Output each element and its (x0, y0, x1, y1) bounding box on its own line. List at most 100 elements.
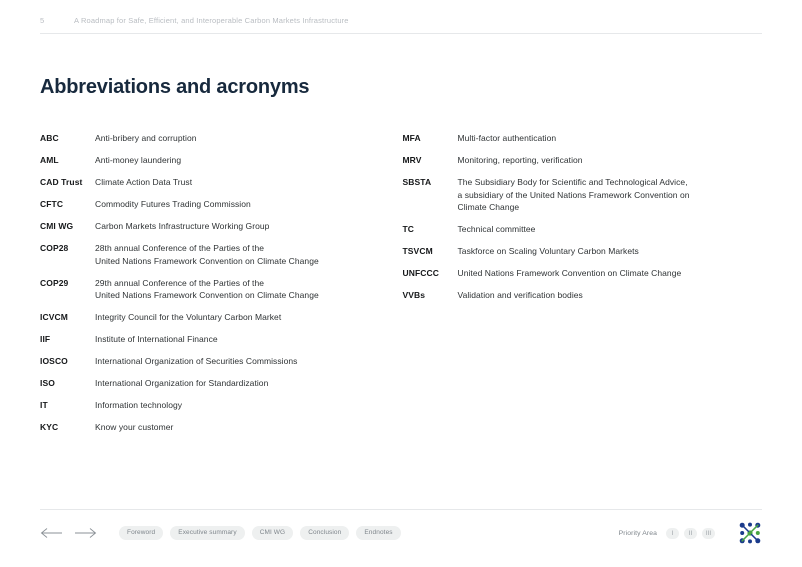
glossary-term: MFA (402, 133, 421, 143)
glossary-entry: IIF Institute of International Finance (40, 333, 400, 346)
glossary-term: KYC (40, 422, 59, 432)
glossary-entry: VVBs Validation and verification bodies (403, 289, 763, 302)
priority-area-item-iii[interactable]: III (702, 527, 715, 539)
glossary-definition: Monitoring, reporting, verification (458, 154, 763, 167)
glossary-definition-line: Anti-money laundering (95, 155, 182, 165)
glossary-entry: ABC Anti-bribery and corruption (40, 132, 400, 145)
glossary-definition-line: Validation and verification bodies (457, 290, 583, 300)
glossary-entry: SBSTA The Subsidiary Body for Scientific … (403, 176, 763, 214)
glossary-entry: CFTC Commodity Futures Trading Commission (40, 198, 400, 211)
priority-area-item-i[interactable]: I (666, 527, 679, 539)
glossary-entry: CAD Trust Climate Action Data Trust (40, 176, 400, 189)
glossary-definition: Technical committee (458, 223, 763, 236)
glossary-term: CAD Trust (40, 177, 83, 187)
glossary-term: TSVCM (402, 246, 433, 256)
glossary-definition-line: Technical committee (457, 224, 536, 234)
glossary-entry: KYC Know your customer (40, 421, 400, 434)
glossary-definition: Validation and verification bodies (458, 289, 763, 302)
glossary-definition-line: United Nations Framework Convention on C… (95, 290, 319, 300)
footer-link-executive-summary[interactable]: Executive summary (170, 525, 245, 541)
glossary-definition-line: Climate Action Data Trust (95, 177, 193, 187)
glossary-definition: Commodity Futures Trading Commission (95, 198, 400, 211)
glossary-definition-line: Integrity Council for the Voluntary Carb… (95, 312, 282, 322)
glossary-term: MRV (402, 155, 422, 165)
glossary-definition-line: a subsidiary of the United Nations Frame… (457, 189, 690, 200)
glossary-definition-line: United Nations Framework Convention on C… (95, 255, 319, 266)
glossary-term: SBSTA (402, 177, 432, 187)
glossary-definition: Integrity Council for the Voluntary Carb… (95, 311, 400, 324)
glossary-definition-line: 29th annual Conference of the Parties of… (95, 277, 265, 288)
glossary-entry: ICVCM Integrity Council for the Voluntary… (40, 311, 400, 324)
glossary-entry: UNFCCC United Nations Framework Conventio… (403, 267, 763, 280)
glossary-term: IOSCO (40, 356, 68, 366)
glossary-definition-line: Commodity Futures Trading Commission (95, 199, 251, 209)
glossary-definition: United Nations Framework Convention on C… (458, 267, 763, 280)
glossary-definition-line: United Nations Framework Convention on C… (457, 268, 682, 278)
page-header: 5 A Roadmap for Safe, Efficient, and Int… (40, 16, 762, 25)
glossary-definition: Taskforce on Scaling Voluntary Carbon Ma… (458, 245, 763, 258)
glossary-definition-line: Taskforce on Scaling Voluntary Carbon Ma… (457, 246, 639, 256)
document-title: A Roadmap for Safe, Efficient, and Inter… (74, 16, 349, 25)
glossary-definition-line: Monitoring, reporting, verification (457, 155, 583, 165)
footer-link-conclusion[interactable]: Conclusion (300, 525, 350, 541)
footer-link-cmi-wg[interactable]: CMI WG (251, 525, 294, 541)
footer: Foreword Executive summary CMI WG Conclusio… (40, 521, 762, 545)
priority-area-item-ii[interactable]: II (684, 527, 697, 539)
glossary-entry: AML Anti-money laundering (40, 154, 400, 167)
glossary-term: IT (40, 400, 48, 410)
glossary-entry: ISO International Organization for Standa… (40, 377, 400, 390)
glossary-definition: The Subsidiary Body for Scientific and T… (458, 176, 763, 214)
glossary-entry: IOSCO International Organization of Secur… (40, 355, 400, 368)
glossary-definition-line: Institute of International Finance (95, 334, 218, 344)
glossary-term: CFTC (40, 199, 64, 209)
glossary-term: UNFCCC (402, 268, 439, 278)
glossary-entry: IT Information technology (40, 399, 400, 412)
arrow-left-icon[interactable] (40, 526, 63, 540)
footer-link-foreword[interactable]: Foreword (119, 525, 164, 541)
page-number: 5 (40, 16, 45, 25)
glossary-term: COP29 (40, 277, 69, 288)
glossary-definition: International Organization of Securities… (95, 355, 400, 368)
glossary-entry: TC Technical committee (403, 223, 763, 236)
glossary-definition-line: 28th annual Conference of the Parties of… (95, 243, 265, 253)
glossary-definition: Carbon Markets Infrastructure Working Gr… (95, 220, 400, 233)
glossary-definition-line: Anti-bribery and corruption (95, 133, 197, 143)
glossary-definition-line: Climate Change (457, 202, 520, 212)
glossary-definition-line: Carbon Markets Infrastructure Working Gr… (95, 221, 270, 231)
footer-divider (40, 509, 762, 510)
glossary-term: CMI WG (40, 221, 74, 231)
glossary-definition: 28th annual Conference of the Parties of… (95, 242, 400, 267)
footer-navigation (40, 526, 97, 540)
footer-right-group: Priority Area I II III (619, 521, 762, 545)
header-divider (40, 33, 762, 34)
organization-logo (738, 521, 762, 545)
arrow-right-icon[interactable] (74, 526, 97, 540)
glossary-column-left: ABC Anti-bribery and corruption AML Anti-mo… (40, 132, 400, 443)
glossary-definition: Climate Action Data Trust (95, 176, 400, 189)
glossary-entry: COP28 28th annual Conference of the Parti… (40, 242, 400, 267)
glossary-definition-line: International Organization of Securities… (95, 356, 298, 366)
glossary-term: ISO (40, 378, 55, 388)
glossary-column-right: MFA Multi-factor authentication MRV Monitor… (400, 132, 763, 443)
glossary-entry: MFA Multi-factor authentication (403, 132, 763, 145)
page-title: Abbreviations and acronyms (40, 76, 310, 99)
glossary-definition-line: Know your customer (95, 422, 174, 432)
glossary-definition: Information technology (95, 399, 400, 412)
glossary-entry: CMI WG Carbon Markets Infrastructure Work… (40, 220, 400, 233)
glossary-definition-line: International Organization for Standardi… (95, 378, 269, 388)
priority-area-items: I II III (666, 527, 715, 539)
glossary-definition: 29th annual Conference of the Parties of… (95, 277, 400, 302)
glossary-term: ICVCM (40, 312, 68, 322)
glossary-definition-line: Multi-factor authentication (457, 133, 557, 143)
priority-area-label: Priority Area (618, 529, 657, 537)
glossary-term: TC (402, 224, 415, 234)
glossary-definition: Anti-money laundering (95, 154, 400, 167)
glossary-entry: MRV Monitoring, reporting, verification (403, 154, 763, 167)
glossary-definition: Anti-bribery and corruption (95, 132, 400, 145)
footer-link-endnotes[interactable]: Endnotes (356, 525, 401, 541)
glossary-definition: Multi-factor authentication (458, 132, 763, 145)
glossary-term: ABC (40, 133, 59, 143)
glossary-term: IIF (40, 334, 51, 344)
footer-section-links: Foreword Executive summary CMI WG Conclusio… (119, 525, 401, 541)
glossary-term: COP28 (40, 243, 69, 253)
